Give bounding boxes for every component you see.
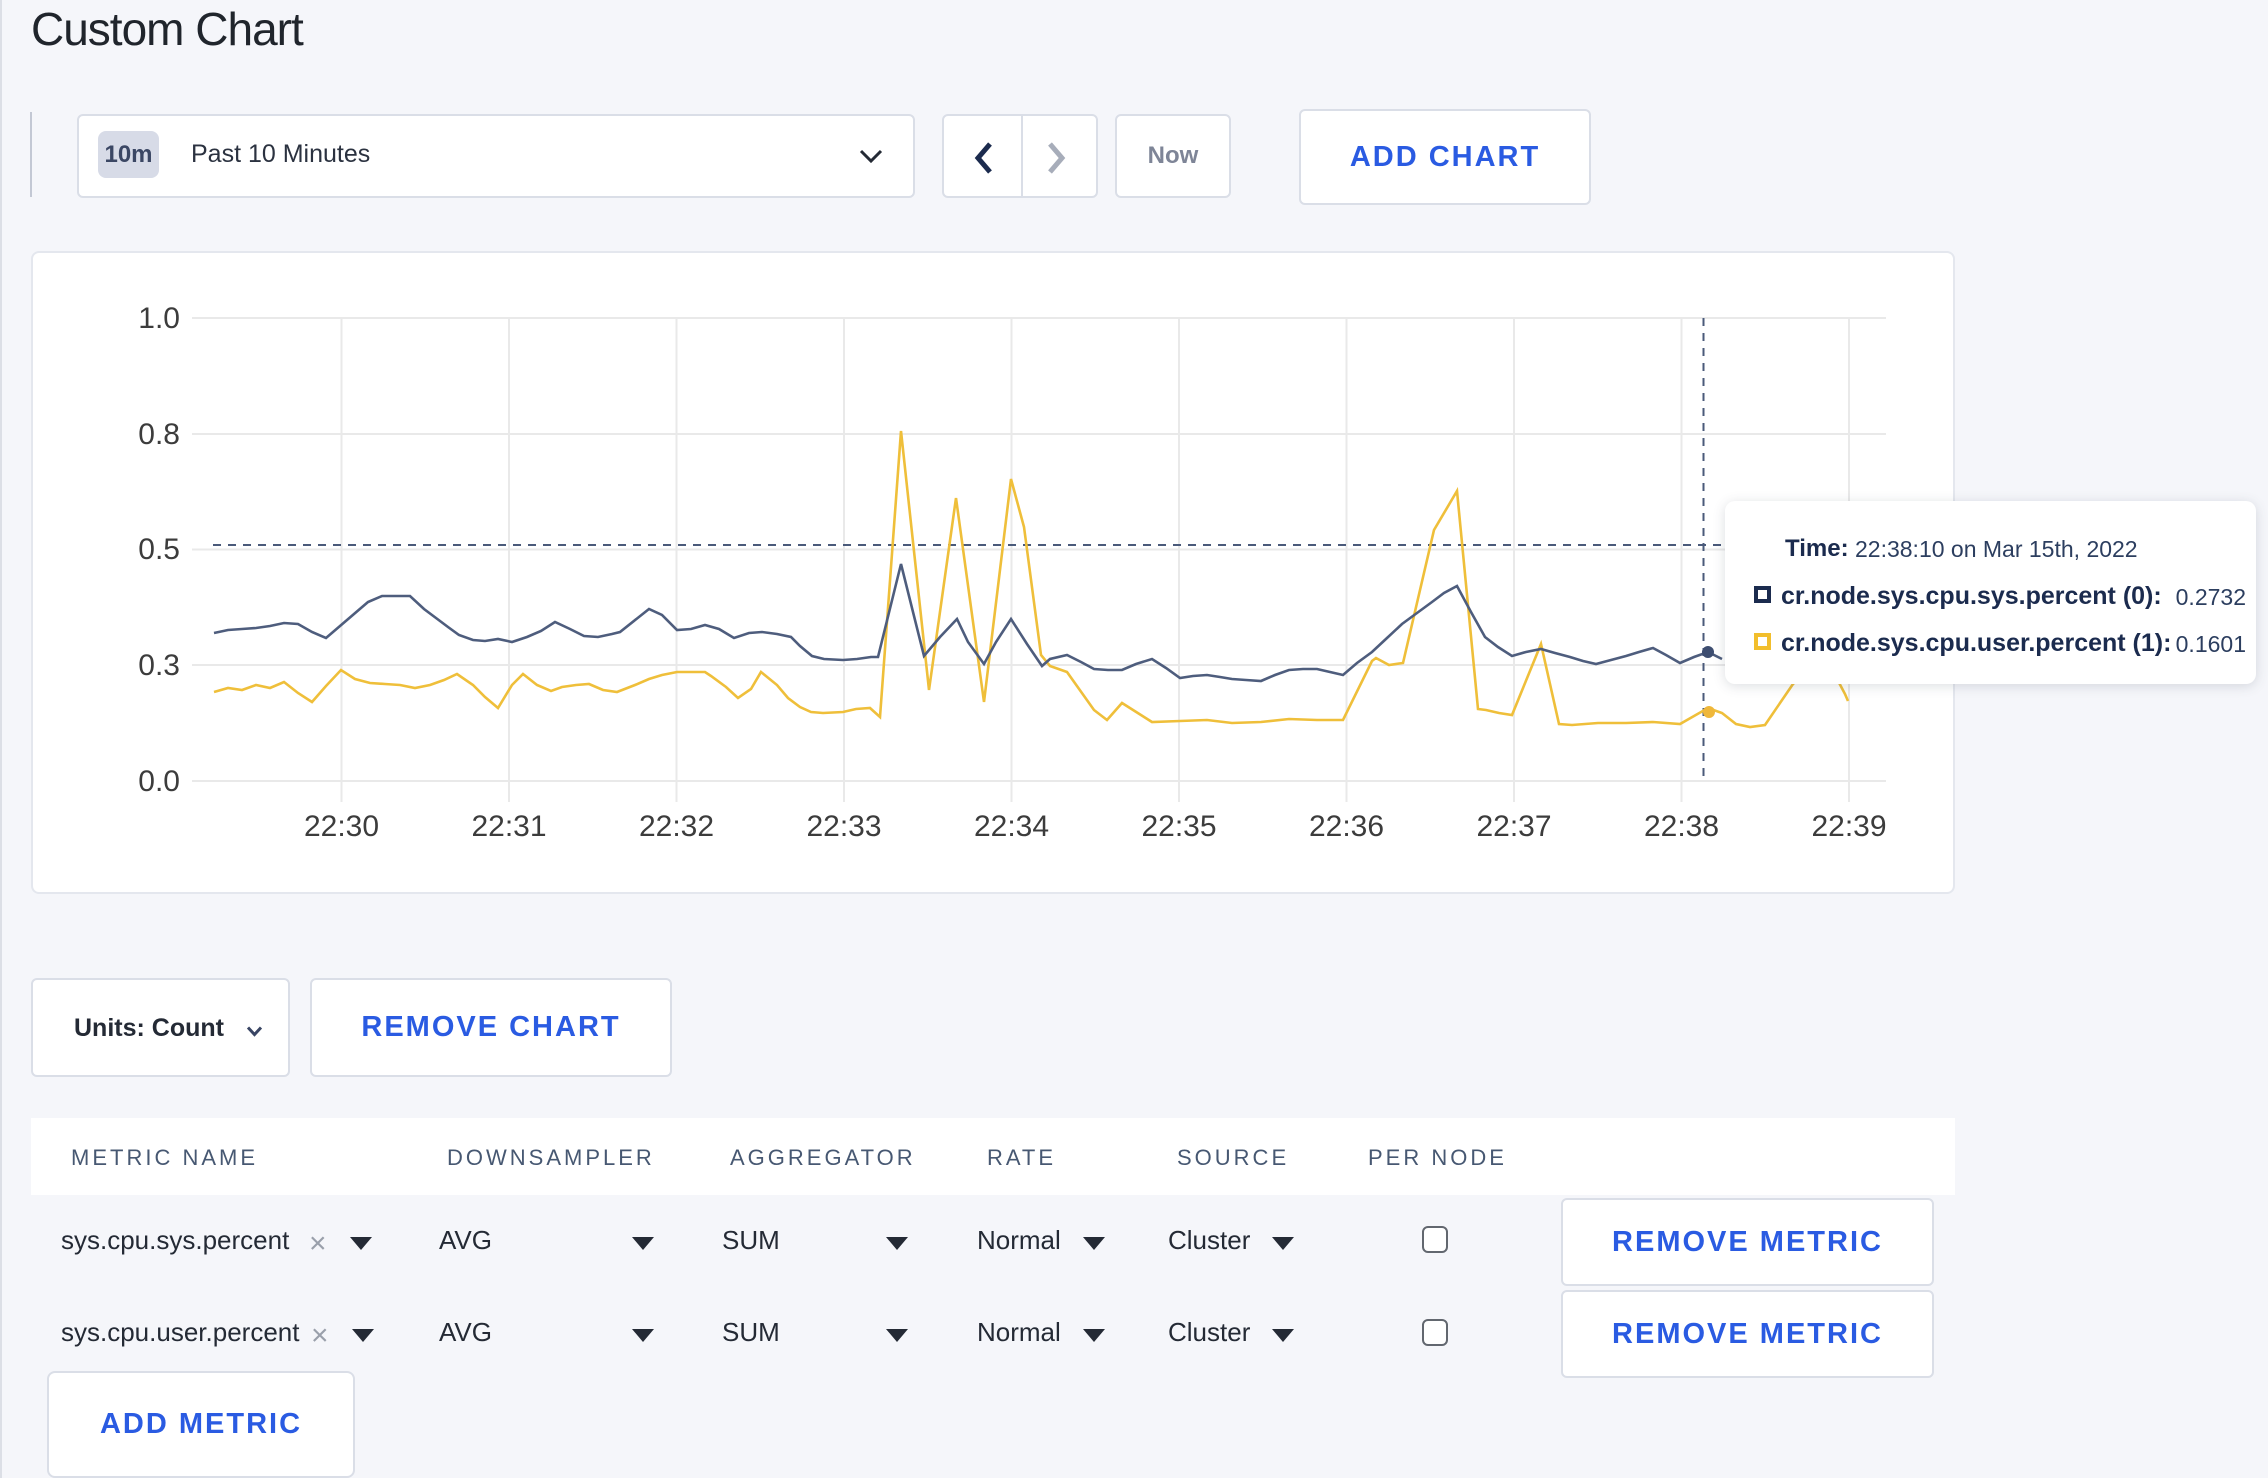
- svg-text:22:37: 22:37: [1476, 810, 1551, 843]
- svg-text:22:38: 22:38: [1644, 810, 1719, 843]
- svg-text:1.0: 1.0: [138, 302, 180, 335]
- svg-text:22:34: 22:34: [974, 810, 1049, 843]
- svg-text:22:36: 22:36: [1309, 810, 1384, 843]
- svg-text:0.5: 0.5: [138, 533, 180, 566]
- svg-text:22:35: 22:35: [1141, 810, 1216, 843]
- svg-text:0.8: 0.8: [138, 418, 180, 451]
- svg-text:22:33: 22:33: [806, 810, 881, 843]
- svg-text:22:31: 22:31: [471, 810, 546, 843]
- svg-text:0.3: 0.3: [138, 649, 180, 682]
- svg-text:22:32: 22:32: [639, 810, 714, 843]
- svg-text:0.0: 0.0: [138, 765, 180, 798]
- svg-text:22:30: 22:30: [304, 810, 379, 843]
- svg-text:22:39: 22:39: [1811, 810, 1886, 843]
